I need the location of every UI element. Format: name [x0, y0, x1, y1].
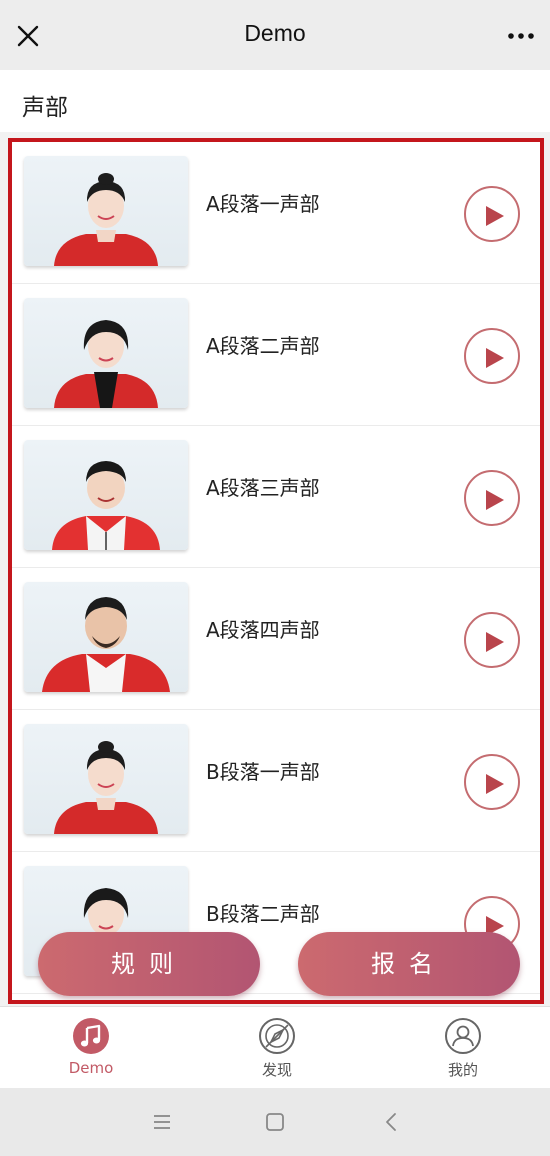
play-button[interactable] — [464, 328, 520, 384]
list-item[interactable]: A段落二声部 — [12, 284, 540, 426]
list-item[interactable]: B段落一声部 — [12, 710, 540, 852]
list-item[interactable]: A段落三声部 — [12, 426, 540, 568]
singer-photo — [24, 582, 188, 692]
tab-label: 发现 — [261, 1061, 292, 1079]
voice-part-frame: A段落一声部 A段落二声部 A段落三声部 A段落四声部 B段落一声部 B段落二声… — [8, 138, 544, 1004]
play-icon — [486, 774, 504, 794]
app-window: Demo 声部 A段落一声部 A段落二声部 A段落三声部 A段落四声部 B段落一… — [0, 0, 550, 1156]
home-icon[interactable] — [263, 1110, 287, 1134]
page-title: Demo — [244, 20, 306, 46]
user-icon — [445, 1018, 481, 1054]
item-label: A段落二声部 — [206, 334, 320, 358]
singer-photo — [24, 724, 188, 834]
list-item[interactable]: A段落四声部 — [12, 568, 540, 710]
tab-discover[interactable]: 发现 — [232, 1017, 322, 1083]
play-button[interactable] — [464, 470, 520, 526]
tab-mine[interactable]: 我的 — [418, 1017, 508, 1083]
play-button[interactable] — [464, 754, 520, 810]
voice-part-list: A段落一声部 A段落二声部 A段落三声部 A段落四声部 B段落一声部 B段落二声… — [12, 142, 540, 994]
item-label: A段落三声部 — [206, 476, 320, 500]
menu-icon[interactable] — [150, 1110, 174, 1134]
compass-icon — [259, 1018, 295, 1054]
tab-label: 我的 — [447, 1061, 478, 1079]
item-label: B段落二声部 — [206, 902, 320, 926]
item-label: B段落一声部 — [206, 760, 320, 784]
navbar: Demo — [0, 0, 550, 70]
rules-button[interactable]: 规则 — [38, 932, 260, 996]
music-note-icon — [73, 1018, 109, 1054]
section-header: 声部 — [0, 70, 550, 132]
play-button[interactable] — [464, 612, 520, 668]
item-label: A段落四声部 — [206, 618, 320, 642]
list-item[interactable]: A段落一声部 — [12, 142, 540, 284]
more-options-icon[interactable] — [506, 26, 536, 46]
singer-photo — [24, 440, 188, 550]
play-icon — [486, 632, 504, 652]
bottom-tab-bar: Demo 发现 我的 — [0, 1006, 550, 1088]
singer-photo — [24, 298, 188, 408]
singer-photo — [24, 156, 188, 266]
tab-demo[interactable]: Demo — [46, 1017, 136, 1083]
play-icon — [486, 206, 504, 226]
back-icon[interactable] — [380, 1110, 404, 1134]
section-title: 声部 — [22, 95, 68, 121]
system-nav-bar — [0, 1088, 550, 1156]
item-label: A段落一声部 — [206, 192, 320, 216]
play-icon — [486, 348, 504, 368]
tab-label: Demo — [68, 1059, 114, 1077]
play-icon — [486, 490, 504, 510]
play-button[interactable] — [464, 186, 520, 242]
signup-button[interactable]: 报名 — [298, 932, 520, 996]
